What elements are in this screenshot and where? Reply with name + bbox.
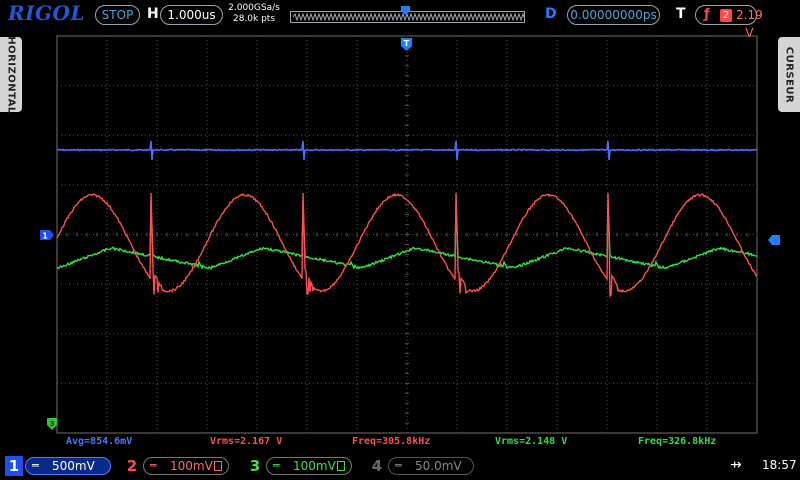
ch1-trace [56,140,758,161]
channel-2-number: 2 [126,457,138,475]
clock: 18:57 [762,458,797,472]
channel-1-scale-box[interactable]: ═ 500mV [25,457,111,475]
bandwidth-limit-icon [214,461,222,471]
ch1-ground-marker[interactable]: 1 [40,230,54,241]
svg-text:3: 3 [50,420,55,428]
channel-4-number: 4 [371,457,383,475]
bandwidth-limit-icon [337,461,345,471]
measurement-ch2-vrms: Vrms=2.167 V [210,436,283,447]
horizontal-tab-label: HORIZONTAL [5,35,17,114]
channel-1-number: 1 [5,456,23,476]
usb-icon: ⇸ [730,457,742,473]
measurement-ch1-avg: Avg=854.6mV [66,436,133,447]
cursor-tab-label: CURSEUR [783,46,795,103]
dc-coupling-icon: ═ [395,459,402,472]
channel-status-bar: 1 ═ 500mV 2 ═ 100mV 3 ═ 100mV 4 ═ 50.0mV… [0,453,800,480]
dc-coupling-icon: ═ [150,459,157,472]
dc-coupling-icon: ═ [32,459,39,472]
channel-2-scale: 100mV [170,459,213,473]
measurement-ch2-freq: Freq=305.8kHz [352,436,431,447]
channel-4-scale-box[interactable]: ═ 50.0mV [388,457,474,475]
ch3-ground-marker[interactable]: 3 [47,418,57,430]
channel-3-number: 3 [249,457,261,475]
dc-coupling-icon: ═ [273,459,280,472]
trigger-time-marker[interactable]: T [401,38,412,51]
cursor-menu-tab[interactable]: CURSEUR [778,37,800,112]
measurement-bar: Avg=854.6mV Vrms=2.167 V Freq=305.8kHz V… [60,436,760,450]
svg-text:T: T [404,39,410,48]
channel-4-scale: 50.0mV [415,459,462,473]
measurement-ch3-vrms: Vrms=2.148 V [495,436,568,447]
channel-2-scale-box[interactable]: ═ 100mV [143,457,229,475]
graticule [56,35,758,434]
channel-1-scale: 500mV [52,459,95,473]
measurement-ch3-freq: Freq=326.8kHz [638,436,717,447]
channel-3-scale-box[interactable]: ═ 100mV [266,457,352,475]
channel-3-scale: 100mV [293,459,336,473]
horizontal-menu-tab[interactable]: HORIZONTAL [0,35,22,114]
waveform-display[interactable]: T 1 3 [0,0,800,480]
trigger-level-marker[interactable] [768,235,780,245]
svg-text:1: 1 [42,232,48,241]
